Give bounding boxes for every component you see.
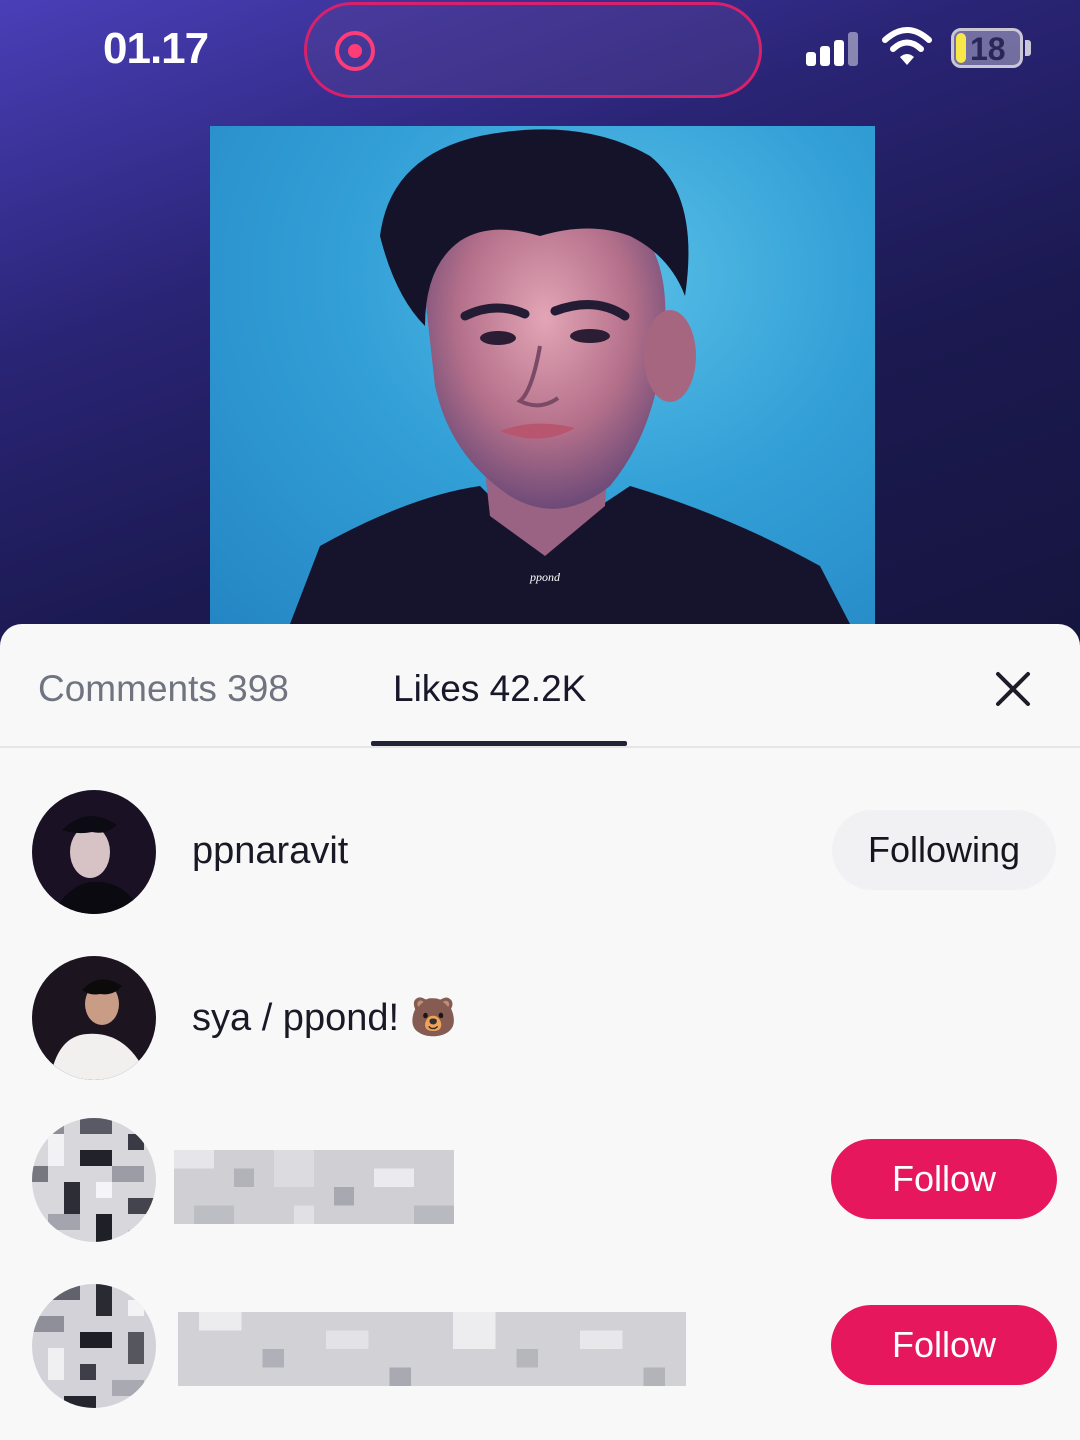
battery-cap <box>1025 40 1031 56</box>
avatar[interactable] <box>32 1118 156 1242</box>
blurred-username <box>174 1150 454 1224</box>
status-time: 01.17 <box>103 24 209 73</box>
tab-comments[interactable]: Comments 398 <box>38 668 289 710</box>
follow-button[interactable]: Follow <box>831 1305 1057 1385</box>
list-item[interactable]: Follow <box>0 1118 1080 1268</box>
likes-sheet: Comments 398 Likes 42.2K ppnaravit Follo… <box>0 624 1080 1440</box>
username[interactable]: sya / ppond! 🐻 <box>192 996 457 1040</box>
list-item[interactable]: Follow <box>0 1284 1080 1434</box>
list-item[interactable]: ppnaravit Following <box>0 790 1080 940</box>
battery-level: 18 <box>970 31 1006 67</box>
list-item[interactable]: sya / ppond! 🐻 <box>0 956 1080 1106</box>
portrait-image: ppond <box>290 129 850 624</box>
video-watermark: ppond <box>529 570 561 584</box>
following-button[interactable]: Following <box>832 810 1056 890</box>
tab-likes[interactable]: Likes 42.2K <box>393 668 586 710</box>
avatar[interactable] <box>32 1284 156 1408</box>
tab-divider <box>0 746 1080 748</box>
blurred-username <box>178 1312 686 1386</box>
close-icon[interactable] <box>990 666 1036 712</box>
record-icon <box>335 31 375 71</box>
video-frame[interactable]: ppond <box>210 126 875 624</box>
signal-icon <box>806 32 862 66</box>
screen-recording-indicator[interactable] <box>304 2 762 98</box>
wifi-icon <box>882 27 932 65</box>
battery-icon: 18 <box>951 28 1023 68</box>
avatar[interactable] <box>32 790 156 914</box>
username[interactable]: ppnaravit <box>192 830 348 873</box>
video-background: 01.17 18 ppond <box>0 0 1080 640</box>
avatar[interactable] <box>32 956 156 1080</box>
follow-button[interactable]: Follow <box>831 1139 1057 1219</box>
